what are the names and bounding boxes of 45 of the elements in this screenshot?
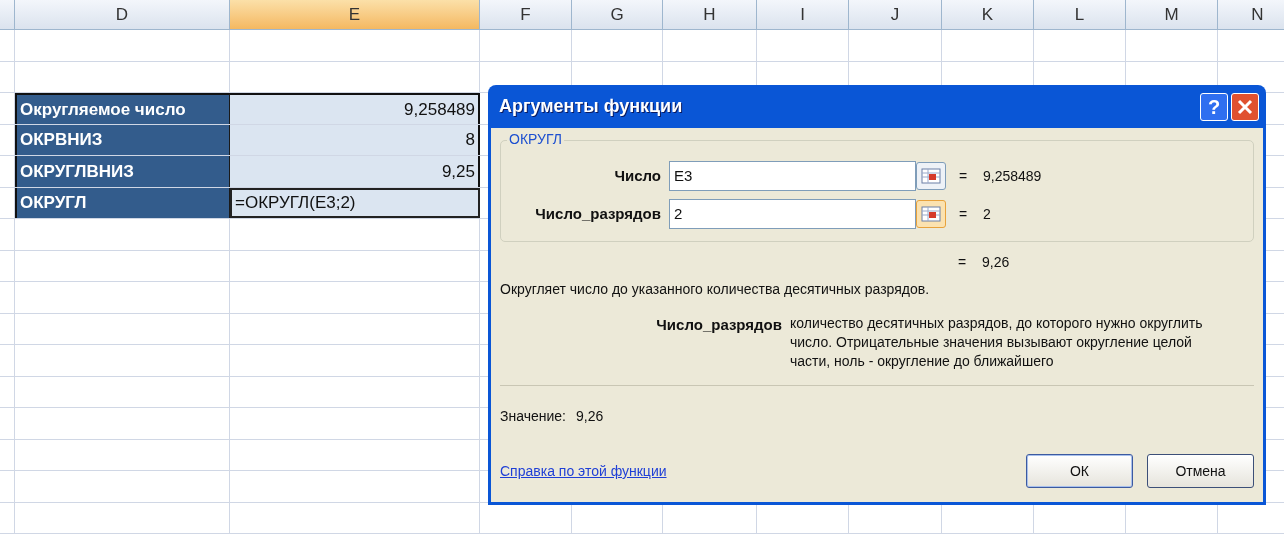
argument-field[interactable]: 2 — [669, 199, 916, 229]
equals-sign: = — [959, 204, 969, 224]
column-header[interactable]: M — [1126, 0, 1218, 29]
equals-sign: = — [959, 166, 969, 186]
column-header[interactable]: K — [942, 0, 1034, 29]
range-select-icon — [921, 206, 941, 222]
table-cell: Округляемое число — [15, 93, 230, 124]
table-cell: ОКРВНИЗ — [15, 124, 230, 155]
collapse-dialog-button[interactable] — [916, 162, 946, 190]
argument-name: Число_разрядов — [655, 315, 783, 335]
table-cell: ОКРУГЛВНИЗ — [15, 156, 230, 187]
argument-result: 2 — [983, 204, 991, 224]
value-label: Значение: — [500, 407, 566, 426]
formula-result: 9,26 — [982, 253, 1010, 272]
close-button[interactable] — [1231, 92, 1259, 121]
column-header[interactable]: L — [1034, 0, 1126, 29]
column-header[interactable]: J — [849, 0, 942, 29]
group-title: ОКРУГЛ — [507, 132, 564, 146]
collapse-dialog-button[interactable] — [916, 200, 946, 228]
column-header[interactable]: H — [663, 0, 757, 29]
value-text: 9,26 — [576, 407, 604, 426]
equals-sign: = — [958, 253, 968, 272]
table-cell[interactable]: 9,258489 — [230, 93, 480, 124]
range-select-icon — [921, 168, 941, 184]
argument-field[interactable]: E3 — [669, 161, 916, 191]
column-header[interactable]: N — [1218, 0, 1284, 29]
column-header[interactable]: F — [480, 0, 572, 29]
argument-result: 9,258489 — [983, 166, 1042, 186]
table-cell[interactable]: 8 — [230, 124, 480, 155]
function-description: Округляет число до указанного количества десятичных разрядов. — [500, 280, 931, 299]
dialog-button[interactable]: Отмена — [1147, 454, 1254, 488]
column-header[interactable]: I — [757, 0, 849, 29]
column-header[interactable]: E — [230, 0, 480, 29]
table-cell: ОКРУГЛ — [15, 187, 230, 218]
argument-label: Число_разрядов — [534, 203, 662, 224]
dialog-button[interactable]: ОК — [1026, 454, 1133, 488]
table-cell[interactable]: =ОКРУГЛ(E3;2) — [230, 187, 480, 218]
close-icon — [1237, 98, 1253, 115]
help-link[interactable]: Справка по этой функции — [500, 461, 667, 482]
window-title: Аргументы функции — [499, 95, 683, 118]
argument-help: количество десятичных разрядов, до которого нужно округлить число. Отрицательные значения вызывают округление целой части, ноль - округление до ближайшего — [790, 314, 1204, 371]
help-button[interactable]: ? — [1200, 92, 1228, 121]
table-cell[interactable]: 9,25 — [230, 156, 480, 187]
argument-label: Число — [613, 165, 662, 186]
column-header[interactable]: G — [572, 0, 663, 29]
